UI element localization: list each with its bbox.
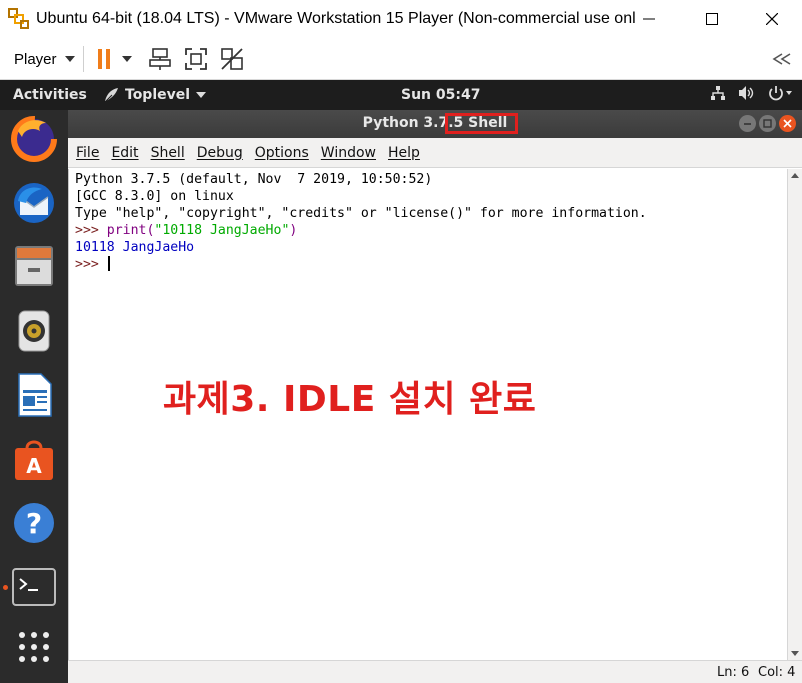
- terminal-icon: [12, 568, 56, 606]
- app-menu[interactable]: Toplevel: [102, 86, 207, 104]
- writer-icon: [18, 373, 52, 417]
- volume-icon: [739, 86, 754, 100]
- highlight-box: [445, 113, 518, 134]
- status-line-number: Ln: 6: [717, 665, 750, 680]
- rhythmbox-icon: [18, 310, 50, 352]
- idle-maximize-button[interactable]: [759, 115, 776, 132]
- apps-grid-icon: [19, 632, 49, 662]
- maximize-icon: [706, 13, 718, 25]
- idle-close-button[interactable]: [779, 115, 796, 132]
- vmware-logo-icon: [8, 8, 30, 30]
- dock-files[interactable]: [9, 241, 59, 291]
- banner-line: Type "help", "copyright", "credits" or "…: [75, 206, 647, 221]
- dock-rhythmbox[interactable]: [9, 306, 59, 356]
- app-menu-label: Toplevel: [125, 87, 191, 103]
- toolbar-divider: [83, 46, 84, 72]
- vmware-title-bar: Ubuntu 64-bit (18.04 LTS) - VMware Works…: [0, 0, 802, 38]
- window-title: Ubuntu 64-bit (18.04 LTS) - VMware Works…: [36, 10, 636, 27]
- banner-line: Python 3.7.5 (default, Nov 7 2019, 10:50…: [75, 172, 433, 187]
- command-close: ): [289, 223, 298, 238]
- svg-text:A: A: [26, 454, 42, 478]
- dock-help[interactable]: ?: [9, 498, 59, 548]
- ubuntu-top-bar: Activities Toplevel Sun 05:47: [0, 80, 802, 110]
- menu-edit[interactable]: Edit: [105, 145, 144, 161]
- menu-help[interactable]: Help: [382, 145, 426, 161]
- power-icon: [769, 86, 792, 101]
- command-string: "10118 JangJaeHo": [154, 223, 290, 238]
- unity-button[interactable]: [220, 47, 244, 71]
- shell-output: Python 3.7.5 (default, Nov 7 2019, 10:50…: [75, 171, 647, 273]
- software-icon: A: [15, 440, 53, 480]
- pause-icon: [98, 49, 132, 69]
- menu-options[interactable]: Options: [249, 145, 315, 161]
- help-icon: ?: [14, 503, 54, 543]
- minimize-icon: [744, 123, 751, 125]
- close-icon: [783, 119, 792, 128]
- pause-button[interactable]: [95, 47, 133, 71]
- scroll-up-icon[interactable]: [791, 173, 799, 178]
- dock-terminal[interactable]: [9, 562, 59, 612]
- banner-line: [GCC 8.3.0] on linux: [75, 189, 234, 204]
- fit-guest-button[interactable]: [184, 47, 208, 71]
- chevron-down-icon: [64, 56, 75, 62]
- command-function: print(: [106, 223, 155, 238]
- network-icon: [711, 86, 725, 100]
- maximize-icon: [763, 119, 772, 128]
- close-button[interactable]: [749, 0, 795, 38]
- dock-writer[interactable]: [9, 370, 59, 420]
- send-ctrl-alt-del-button[interactable]: [148, 47, 172, 71]
- idle-menu-bar: File Edit Shell Debug Options Window Hel…: [68, 138, 802, 168]
- fit-screen-icon: [185, 48, 207, 70]
- vmware-toolbar: Player: [0, 38, 802, 80]
- collapse-toolbar-button[interactable]: [770, 47, 794, 71]
- network-send-icon: [149, 48, 171, 70]
- close-icon: [766, 13, 778, 25]
- firefox-icon: [11, 116, 57, 162]
- maximize-button[interactable]: [689, 0, 735, 38]
- dock-show-applications[interactable]: [9, 622, 59, 672]
- menu-window[interactable]: Window: [315, 145, 382, 161]
- double-chevron-left-icon: [772, 53, 791, 65]
- chevron-down-icon: [196, 92, 207, 98]
- menu-file[interactable]: File: [70, 145, 105, 161]
- dock-software[interactable]: A: [9, 434, 59, 484]
- running-indicator: [3, 585, 8, 590]
- vertical-scrollbar[interactable]: [787, 169, 802, 660]
- feather-icon: [104, 88, 118, 103]
- player-menu-label: Player: [14, 50, 57, 68]
- ubuntu-dock: A ?: [0, 110, 68, 683]
- shell-prompt: >>>: [75, 223, 107, 238]
- minimize-icon: [643, 18, 655, 20]
- files-icon: [15, 246, 53, 286]
- text-cursor: [107, 256, 110, 271]
- dock-firefox[interactable]: [9, 114, 59, 164]
- idle-status-bar: Ln: 6 Col: 4: [68, 660, 802, 683]
- clock[interactable]: Sun 05:47: [401, 87, 480, 103]
- system-tray[interactable]: [710, 85, 794, 101]
- idle-minimize-button[interactable]: [739, 115, 756, 132]
- player-menu-button[interactable]: Player: [8, 47, 81, 71]
- unity-off-icon: [221, 48, 243, 70]
- idle-window-title: Python 3.7.5 Shell: [362, 115, 508, 131]
- dock-thunderbird[interactable]: [9, 178, 59, 228]
- command-line: >>> print("10118 JangJaeHo"): [75, 222, 647, 239]
- annotation-text: 과제3. IDLE 설치 완료: [163, 379, 537, 420]
- thunderbird-icon: [14, 183, 54, 223]
- status-column-number: Col: 4: [758, 665, 796, 680]
- idle-title-bar: Python 3.7.5 Shell: [68, 110, 802, 138]
- menu-debug[interactable]: Debug: [191, 145, 249, 161]
- minimize-button[interactable]: [626, 0, 672, 38]
- menu-shell[interactable]: Shell: [145, 145, 191, 161]
- command-output: 10118 JangJaeHo: [75, 240, 195, 255]
- scroll-down-icon[interactable]: [791, 651, 799, 656]
- activities-button[interactable]: Activities: [13, 87, 87, 103]
- shell-prompt: >>>: [75, 257, 107, 272]
- input-line[interactable]: >>>: [75, 256, 647, 273]
- svg-text:?: ?: [26, 507, 42, 540]
